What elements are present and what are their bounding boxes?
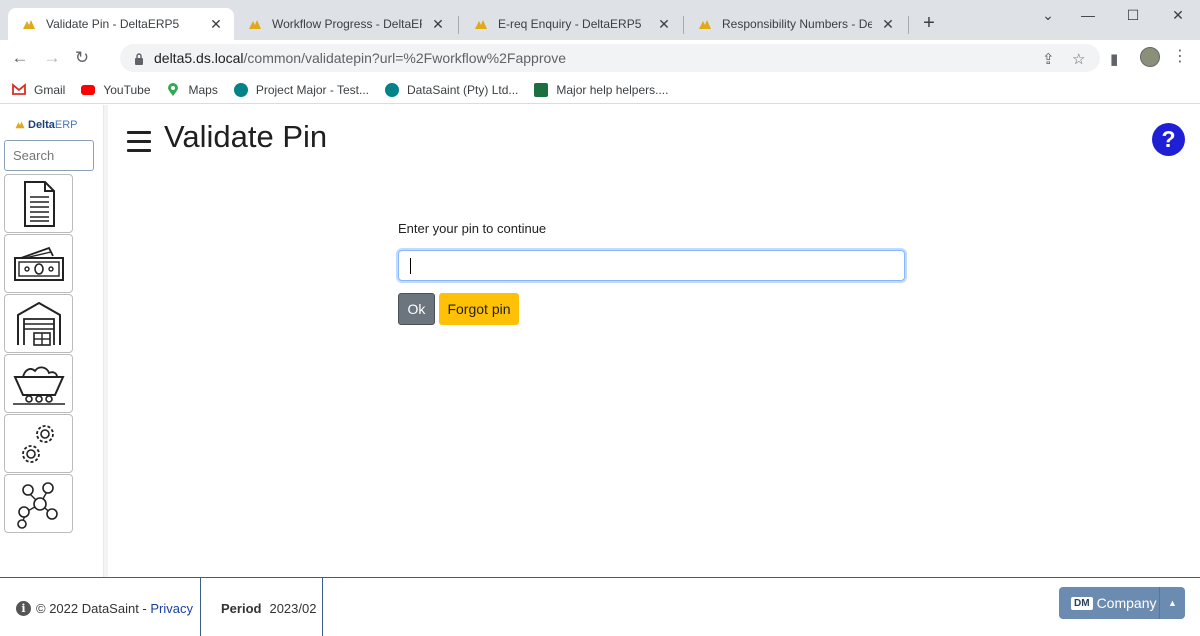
app-content: DeltaERP Search Validate Pin ? Enter you…	[0, 105, 1200, 577]
url-path: /common/validatepin?url=%2Fworkflow%2Fap…	[243, 50, 567, 66]
logo-main-text: Delta	[28, 119, 55, 131]
bookmark-star-icon[interactable]: ☆	[1072, 50, 1085, 68]
module-settings[interactable]	[4, 414, 73, 473]
tab-separator	[908, 16, 909, 34]
module-mining[interactable]	[4, 354, 73, 413]
company-label: Company	[1096, 595, 1157, 611]
reload-icon[interactable]: ↻	[72, 48, 92, 68]
settings-gears-icon	[21, 424, 54, 463]
browser-tab-workflow-progress[interactable]: Workflow Progress - DeltaERP5 ✕	[234, 8, 456, 40]
new-tab-button[interactable]: +	[918, 12, 940, 34]
bookmarks-bar: Gmail YouTube Maps Project Major - Test.…	[0, 76, 1200, 104]
text-caret	[410, 258, 411, 274]
deltaerp-favicon-icon	[474, 18, 488, 30]
network-users-icon	[16, 481, 58, 529]
bookmark-gmail[interactable]: Gmail	[12, 83, 65, 97]
tab-title: Validate Pin - DeltaERP5	[46, 17, 180, 31]
ok-button[interactable]: Ok	[398, 293, 435, 325]
logo-mark-icon	[15, 121, 25, 129]
footer-divider	[322, 578, 323, 636]
lock-icon	[134, 52, 144, 65]
privacy-link[interactable]: Privacy	[150, 601, 193, 616]
bookmark-label: Project Major - Test...	[255, 82, 369, 97]
company-button[interactable]: DM Company ▲	[1059, 587, 1185, 619]
tab-title: E-req Enquiry - DeltaERP5	[498, 17, 642, 31]
bookmark-youtube[interactable]: YouTube	[81, 82, 151, 97]
info-icon: i	[16, 601, 31, 616]
copyright-text: © 2022 DataSaint -	[36, 601, 147, 616]
logo-sub-text: ERP	[54, 119, 78, 131]
module-warehouse[interactable]	[4, 294, 73, 353]
browser-tab-validate-pin[interactable]: Validate Pin - DeltaERP5 ✕	[8, 8, 234, 40]
footer-divider	[200, 578, 201, 636]
period-value: 2023/02	[269, 601, 317, 616]
deltaerp-logo: DeltaERP	[14, 119, 78, 131]
maximize-window-icon[interactable]: ☐	[1111, 0, 1155, 30]
browser-tab-ereq-enquiry[interactable]: E-req Enquiry - DeltaERP5 ✕	[460, 8, 682, 40]
sidebar-gutter	[104, 105, 108, 577]
bookmark-label: YouTube	[103, 82, 151, 97]
warehouse-icon	[16, 301, 61, 346]
pin-prompt: Enter your pin to continue	[398, 221, 547, 236]
back-arrow-icon[interactable]: ←	[10, 48, 30, 68]
gmail-icon	[12, 82, 26, 97]
module-finance[interactable]	[4, 234, 73, 293]
excel-icon	[534, 82, 549, 97]
side-panel-icon[interactable]: ▮	[1110, 50, 1118, 68]
browser-tab-responsibility-numbers[interactable]: Responsibility Numbers - DeltaE ✕	[684, 8, 906, 40]
bookmark-datasaint[interactable]: DataSaint (Pty) Ltd...	[385, 82, 519, 97]
footer: i © 2022 DataSaint - Privacy Period 2023/…	[0, 577, 1200, 636]
document-icon	[23, 180, 55, 227]
company-badge: DM	[1071, 596, 1093, 610]
bookmark-major-help[interactable]: Major help helpers....	[534, 82, 669, 97]
close-window-icon[interactable]: ✕	[1156, 0, 1200, 30]
caret-up-icon[interactable]: ▲	[1159, 587, 1185, 619]
url-host: delta5.ds.local	[154, 50, 244, 66]
tab-search-chevron-icon[interactable]: ⌄	[1026, 0, 1070, 30]
module-documents[interactable]	[4, 174, 73, 233]
footer-period: Period 2023/02	[221, 601, 316, 616]
help-icon[interactable]: ?	[1152, 123, 1185, 156]
minimize-window-icon[interactable]: —	[1066, 0, 1110, 30]
profile-avatar[interactable]	[1140, 47, 1160, 67]
bookmark-maps[interactable]: Maps	[167, 82, 218, 97]
close-tab-icon[interactable]: ✕	[430, 16, 446, 33]
deltaerp-favicon-icon	[22, 18, 36, 30]
tab-title: Workflow Progress - DeltaERP5	[272, 17, 422, 31]
close-tab-icon[interactable]: ✕	[208, 16, 224, 33]
forward-arrow-icon[interactable]: →	[42, 48, 62, 68]
module-network[interactable]	[4, 474, 73, 533]
bookmark-label: Gmail	[34, 82, 66, 97]
sidebar-search-input[interactable]	[4, 140, 94, 171]
bookmark-label: Major help helpers....	[556, 82, 669, 97]
sharepoint-icon	[233, 82, 248, 97]
browser-tabstrip: Validate Pin - DeltaERP5 ✕ Workflow Prog…	[0, 0, 1200, 40]
bookmark-label: DataSaint (Pty) Ltd...	[407, 82, 519, 97]
browser-menu-icon[interactable]: ⋮	[1172, 46, 1188, 66]
close-tab-icon[interactable]: ✕	[880, 16, 896, 33]
bookmark-label: Maps	[188, 82, 218, 97]
browser-toolbar: ← → ↻ delta5.ds.local/common/validatepin…	[0, 40, 1200, 76]
pin-input[interactable]	[398, 250, 905, 281]
address-bar[interactable]: delta5.ds.local/common/validatepin?url=%…	[120, 44, 1100, 72]
sidebar: DeltaERP	[0, 105, 104, 577]
maps-icon	[167, 82, 181, 97]
tab-title: Responsibility Numbers - DeltaE	[722, 17, 872, 31]
deltaerp-favicon-icon	[248, 18, 262, 30]
close-tab-icon[interactable]: ✕	[656, 16, 672, 33]
money-icon	[13, 246, 64, 281]
bookmark-project-major[interactable]: Project Major - Test...	[233, 82, 369, 97]
deltaerp-favicon-icon	[698, 18, 712, 30]
sharepoint-icon	[385, 82, 399, 97]
mining-cart-icon	[12, 366, 65, 405]
share-icon[interactable]: ⇪	[1042, 50, 1055, 68]
youtube-icon	[81, 84, 96, 95]
period-label: Period	[221, 601, 262, 616]
footer-copyright: i © 2022 DataSaint - Privacy	[16, 601, 193, 616]
forgot-pin-button[interactable]: Forgot pin	[439, 293, 519, 325]
menu-toggle-icon[interactable]	[127, 131, 151, 152]
tab-separator	[458, 16, 459, 34]
page-title: Validate Pin	[164, 119, 328, 154]
